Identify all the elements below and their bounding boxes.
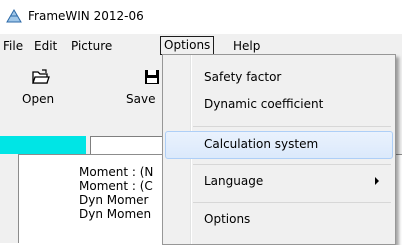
options-dropdown-menu: Safety factor Dynamic coefficient Calcul… [162,54,396,245]
menu-item-label: Dynamic coefficient [204,97,324,111]
menu-item-label: Calculation system [204,137,319,151]
menu-item-dynamic-coefficient[interactable]: Dynamic coefficient [165,92,393,118]
open-folder-icon [32,69,50,84]
menu-item-language[interactable]: Language [165,169,393,195]
title-bar: FrameWIN 2012-06 [0,0,402,34]
menu-separator [193,126,391,127]
menu-bar: File Edit Picture Options Help [0,34,402,56]
submenu-arrow-icon [375,177,379,185]
menu-separator [193,164,391,165]
app-icon [6,9,22,23]
menu-file[interactable]: File [0,37,26,55]
save-button[interactable]: Save [100,56,162,116]
list-item: Dyn Momen [79,207,152,221]
list-item: Dyn Momer [79,193,149,207]
save-disk-icon [145,70,159,84]
list-item: Moment : (C [79,179,153,193]
menu-picture[interactable]: Picture [68,37,115,55]
open-button[interactable]: Open [0,56,75,116]
menu-item-label: Language [204,174,264,188]
menu-help[interactable]: Help [230,37,263,55]
open-label: Open [22,92,55,106]
list-item: Moment : (N [79,165,154,179]
menu-options[interactable]: Options [160,36,215,55]
menu-separator [193,202,391,203]
menu-item-safety-factor[interactable]: Safety factor [165,65,393,91]
menu-item-calculation-system[interactable]: Calculation system [165,131,393,159]
cyan-selection-bar[interactable] [0,136,86,154]
save-label: Save [126,92,156,106]
window-title: FrameWIN 2012-06 [28,9,144,23]
menu-edit[interactable]: Edit [31,37,60,55]
menu-item-label: Options [204,212,251,226]
menu-item-label: Safety factor [204,70,282,84]
menu-item-options[interactable]: Options [165,207,393,233]
